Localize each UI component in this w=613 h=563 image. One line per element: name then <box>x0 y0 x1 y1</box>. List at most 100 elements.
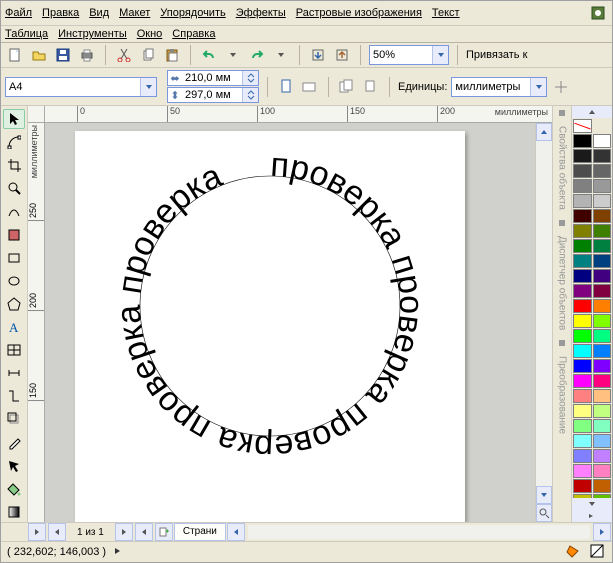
current-page-icon[interactable] <box>361 77 381 97</box>
ruler-vertical[interactable]: миллиметры 250 200 150 <box>28 123 45 522</box>
page[interactable]: проверка проверка проверка проверка пров… <box>75 131 465 522</box>
no-color-swatch[interactable] <box>573 119 592 133</box>
status-play-icon[interactable] <box>114 546 122 558</box>
scroll-right-icon[interactable] <box>593 523 611 541</box>
color-swatch[interactable] <box>573 254 592 268</box>
page-width-field[interactable]: ⬌ <box>167 70 259 86</box>
paper-size-input[interactable] <box>6 79 140 95</box>
menu-arrange[interactable]: Упорядочить <box>160 7 225 19</box>
color-swatch[interactable] <box>593 149 612 163</box>
page-height-field[interactable]: ⬍ <box>167 87 259 103</box>
paper-size-drop-icon[interactable] <box>140 78 156 96</box>
dimension-tool[interactable] <box>3 363 25 383</box>
units-combo[interactable] <box>451 77 547 97</box>
color-swatch[interactable] <box>593 194 612 208</box>
pick-tool[interactable] <box>3 109 25 129</box>
color-swatch[interactable] <box>573 209 592 223</box>
zoom-tool[interactable] <box>3 178 25 198</box>
effects-tool[interactable] <box>3 409 25 429</box>
shape-tool[interactable] <box>3 132 25 152</box>
color-swatch[interactable] <box>593 389 612 403</box>
color-swatch[interactable] <box>593 419 612 433</box>
menu-layout[interactable]: Макет <box>119 7 150 19</box>
text-on-path-object[interactable]: проверка проверка проверка проверка пров… <box>75 131 465 522</box>
save-icon[interactable] <box>53 45 73 65</box>
zoom-drop-icon[interactable] <box>432 46 448 64</box>
color-swatch[interactable] <box>593 449 612 463</box>
palette-scroll-up-icon[interactable] <box>572 106 612 118</box>
smart-fill-tool[interactable] <box>3 225 25 245</box>
color-swatch[interactable] <box>593 374 612 388</box>
last-page-icon[interactable] <box>135 523 153 541</box>
undo-drop-icon[interactable] <box>223 45 243 65</box>
color-swatch[interactable] <box>593 344 612 358</box>
cut-icon[interactable] <box>114 45 134 65</box>
color-swatch[interactable] <box>573 224 592 238</box>
polygon-tool[interactable] <box>3 294 25 314</box>
color-swatch[interactable] <box>593 164 612 178</box>
scrollbar-horizontal[interactable] <box>248 525 590 539</box>
color-swatch[interactable] <box>573 179 592 193</box>
first-page-icon[interactable] <box>28 523 46 541</box>
menu-edit[interactable]: Правка <box>42 7 79 19</box>
menu-effects[interactable]: Эффекты <box>236 7 286 19</box>
open-icon[interactable] <box>29 45 49 65</box>
color-swatch[interactable] <box>593 209 612 223</box>
orientation-landscape-icon[interactable] <box>300 77 320 97</box>
fill-swatch-icon[interactable] <box>566 544 584 561</box>
color-swatch[interactable] <box>593 329 612 343</box>
outline-tool[interactable] <box>3 456 25 476</box>
paste-icon[interactable] <box>162 45 182 65</box>
redo-icon[interactable] <box>247 45 267 65</box>
scroll-up-icon[interactable] <box>536 123 552 141</box>
color-swatch[interactable] <box>573 389 592 403</box>
connector-tool[interactable] <box>3 386 25 406</box>
table-tool[interactable] <box>3 340 25 360</box>
ruler-horizontal[interactable]: 0 50 100 150 200 миллиметры <box>28 106 552 123</box>
width-spinner-icon[interactable] <box>242 71 258 85</box>
color-swatch[interactable] <box>593 224 612 238</box>
color-swatch[interactable] <box>593 314 612 328</box>
color-swatch[interactable] <box>573 239 592 253</box>
units-drop-icon[interactable] <box>530 78 546 96</box>
color-swatch[interactable] <box>573 269 592 283</box>
color-swatch[interactable] <box>573 149 592 163</box>
menu-view[interactable]: Вид <box>89 7 109 19</box>
freehand-tool[interactable] <box>3 201 25 221</box>
paper-size-combo[interactable] <box>5 77 157 97</box>
snap-to-label[interactable]: Привязать к <box>466 49 527 61</box>
menu-bitmaps[interactable]: Растровые изображения <box>296 7 422 19</box>
palette-flyout-icon[interactable] <box>572 510 612 522</box>
color-swatch[interactable] <box>573 194 592 208</box>
print-icon[interactable] <box>77 45 97 65</box>
color-swatch[interactable] <box>573 419 592 433</box>
color-swatch[interactable] <box>593 239 612 253</box>
color-swatch[interactable] <box>593 404 612 418</box>
page-width-input[interactable] <box>182 72 242 84</box>
undo-icon[interactable] <box>199 45 219 65</box>
rectangle-tool[interactable] <box>3 248 25 268</box>
next-page-icon[interactable] <box>115 523 133 541</box>
color-swatch[interactable] <box>573 359 592 373</box>
redo-drop-icon[interactable] <box>271 45 291 65</box>
color-swatch[interactable] <box>593 299 612 313</box>
crop-tool[interactable] <box>3 155 25 175</box>
zoom-page-icon[interactable] <box>536 504 552 522</box>
nudge-icon[interactable] <box>551 77 571 97</box>
docker-handle-icon[interactable] <box>559 110 565 116</box>
color-swatch[interactable] <box>593 284 612 298</box>
interactive-fill-tool[interactable] <box>3 502 25 522</box>
height-spinner-icon[interactable] <box>242 88 258 102</box>
color-swatch[interactable] <box>573 134 592 148</box>
menu-text[interactable]: Текст <box>432 7 460 19</box>
color-swatch[interactable] <box>573 344 592 358</box>
all-pages-icon[interactable] <box>337 77 357 97</box>
color-swatch[interactable] <box>593 359 612 373</box>
page-height-input[interactable] <box>182 89 242 101</box>
color-swatch[interactable] <box>573 299 592 313</box>
no-fill-icon[interactable] <box>590 544 606 561</box>
text-tool[interactable]: A <box>3 317 25 337</box>
color-swatch[interactable] <box>573 329 592 343</box>
scroll-down-icon[interactable] <box>536 486 552 504</box>
add-page-icon[interactable] <box>155 523 173 541</box>
